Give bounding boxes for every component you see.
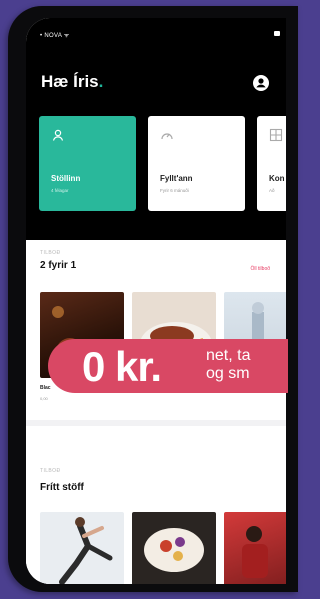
grid-icon bbox=[269, 128, 283, 142]
card-title: Fyllt'ann bbox=[160, 174, 193, 183]
camera-notch bbox=[132, 18, 190, 34]
phone-frame: • NOVA ᯤ Hæ Íris. Stöllinn 4 félagar Fyl… bbox=[8, 6, 298, 592]
user-icon bbox=[52, 129, 64, 141]
section-title: Frítt stöff bbox=[40, 482, 84, 493]
battery-icon bbox=[274, 31, 280, 36]
promo-price: 0 kr. bbox=[82, 343, 162, 390]
card-fyllt-ann[interactable]: Fyllt'ann Fyrir 6 mánuði bbox=[148, 116, 245, 211]
section-two-for-one: TILBOÐ 2 fyrir 1 Öll tilboð Blac 0,00 bbox=[26, 240, 286, 420]
card-title: Kon bbox=[269, 174, 285, 183]
card-title: Stöllinn bbox=[51, 174, 81, 183]
app-header: Hæ Íris. Stöllinn 4 félagar Fyllt'ann Fy… bbox=[26, 46, 286, 246]
section-eyebrow: TILBOÐ bbox=[40, 250, 61, 256]
free-image-bowl[interactable] bbox=[132, 512, 216, 584]
content-area: TILBOÐ 2 fyrir 1 Öll tilboð Blac 0,00 TI… bbox=[26, 240, 286, 584]
card-subtitle: 4 félagar bbox=[51, 188, 69, 193]
greeting-title: Hæ Íris. bbox=[41, 72, 103, 92]
greeting-dot: . bbox=[98, 72, 104, 91]
app-screen: • NOVA ᯤ Hæ Íris. Stöllinn 4 félagar Fyl… bbox=[26, 18, 286, 584]
card-stollinn[interactable]: Stöllinn 4 félagar bbox=[39, 116, 136, 211]
free-image-fitness[interactable] bbox=[40, 512, 124, 584]
bowl-photo bbox=[144, 528, 204, 572]
section-free-stuff: TILBOÐ Frítt stöff bbox=[26, 426, 286, 584]
offer-caption: Blac bbox=[40, 385, 51, 391]
section-title: 2 fyrir 1 bbox=[40, 260, 77, 271]
free-image-sport[interactable] bbox=[224, 512, 286, 584]
section-eyebrow: TILBOÐ bbox=[40, 468, 61, 474]
promo-text-line1: net, ta bbox=[206, 347, 251, 364]
card-subtitle: Að bbox=[269, 188, 275, 193]
carrier-label: • NOVA ᯤ bbox=[40, 33, 70, 39]
promo-text-line2: og sm bbox=[206, 365, 250, 382]
feature-cards-row: Stöllinn 4 félagar Fyllt'ann Fyrir 6 mán… bbox=[39, 116, 286, 211]
gauge-icon bbox=[161, 133, 173, 140]
sport-photo bbox=[242, 526, 268, 578]
profile-icon[interactable] bbox=[253, 75, 269, 91]
offer-subcaption: 0,00 bbox=[40, 396, 48, 401]
fitness-photo bbox=[59, 517, 113, 584]
card-kon[interactable]: Kon Að bbox=[257, 116, 286, 211]
see-all-offers-link[interactable]: Öll tilboð bbox=[251, 266, 270, 272]
status-bar: • NOVA ᯤ bbox=[26, 18, 286, 46]
greeting-text: Hæ Íris bbox=[41, 72, 99, 91]
promo-banner: 0 kr. net, ta og sm bbox=[48, 339, 288, 393]
card-subtitle: Fyrir 6 mánuði bbox=[160, 188, 189, 193]
